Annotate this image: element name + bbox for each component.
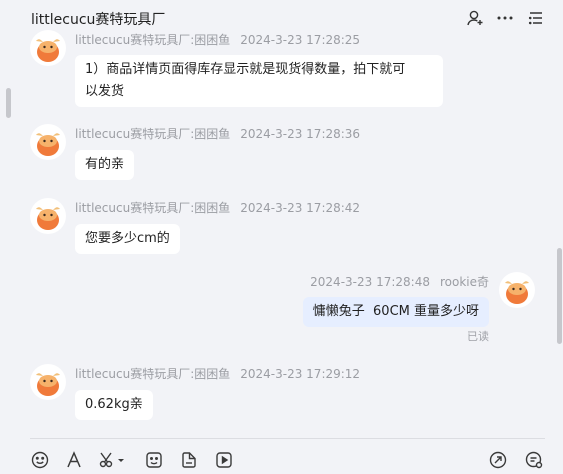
message-line: 以发货 [85,84,125,99]
video-icon[interactable] [214,450,234,470]
sticker-icon[interactable] [144,450,164,470]
sender-name: littlecucu赛特玩具厂:困困鱼 [75,201,231,215]
sender-name: rookie奇 [439,275,489,289]
message-meta: 2024-3-23 17:28:48 rookie奇 [310,273,489,290]
sender-name: littlecucu赛特玩具厂:困困鱼 [75,367,231,381]
add-contact-icon[interactable] [466,9,484,27]
more-icon[interactable] [496,9,514,27]
message-meta: littlecucu赛特玩具厂:困困鱼 2024-3-23 17:28:42 [75,199,360,216]
message-line: 慵懒兔子 60CM 重量多少呀 [312,304,479,319]
avatar[interactable] [499,272,535,308]
message-bubble[interactable]: 1）商品详情页面得库存显示就是现货得数量，拍下就可 以发货 [75,55,443,107]
settings-chat-icon[interactable] [524,450,544,470]
input-divider [30,438,545,439]
avatar[interactable] [30,124,66,160]
message-line: 0.62kg亲 [85,397,143,412]
left-scrollbar[interactable] [6,88,11,118]
message-bubble[interactable]: 您要多少cm的 [75,224,180,254]
sender-name: littlecucu赛特玩具厂:困困鱼 [75,33,231,47]
send-share-icon[interactable] [488,450,508,470]
scissors-icon[interactable] [98,450,118,470]
message-time: 2024-3-23 17:28:36 [240,127,361,141]
message-bubble[interactable]: 有的亲 [75,150,135,180]
message-time: 2024-3-23 17:28:42 [240,201,361,215]
chevron-down-icon[interactable] [116,450,126,470]
sender-name: littlecucu赛特玩具厂:困困鱼 [75,127,231,141]
avatar[interactable] [30,30,66,66]
emoji-icon[interactable] [30,450,50,470]
font-icon[interactable] [64,450,84,470]
message-time: 2024-3-23 17:28:48 [310,275,430,289]
list-icon[interactable] [527,9,545,27]
message-line: 1）商品详情页面得库存显示就是现货得数量，拍下就可 [85,62,406,77]
chat-scrollbar[interactable] [557,248,562,344]
chat-title: littlecucu赛特玩具厂 [31,12,166,28]
message-line: 您要多少cm的 [85,231,170,246]
file-icon[interactable] [179,450,199,470]
message-time: 2024-3-23 17:28:25 [240,33,361,47]
message-bubble[interactable]: 慵懒兔子 60CM 重量多少呀 [302,297,489,327]
message-meta: littlecucu赛特玩具厂:困困鱼 2024-3-23 17:29:12 [75,365,360,382]
read-status: 已读 [467,330,489,343]
message-line: 有的亲 [85,157,125,172]
avatar[interactable] [30,364,66,400]
message-meta: littlecucu赛特玩具厂:困困鱼 2024-3-23 17:28:36 [75,125,360,142]
message-meta: littlecucu赛特玩具厂:困困鱼 2024-3-23 17:28:25 [75,31,360,48]
message-bubble[interactable]: 0.62kg亲 [75,390,153,420]
avatar[interactable] [30,198,66,234]
message-time: 2024-3-23 17:29:12 [240,367,361,381]
